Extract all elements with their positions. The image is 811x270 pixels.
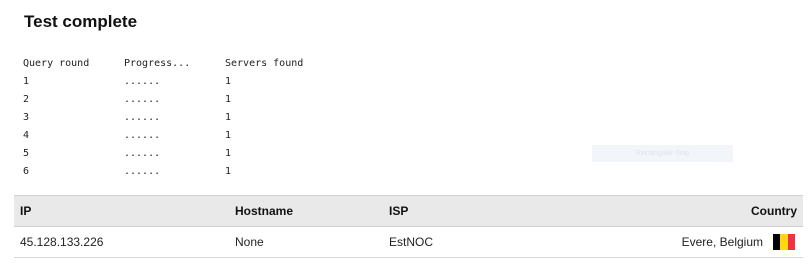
hostname-column-header: Hostname (229, 195, 383, 227)
query-round-number: 1 (23, 76, 30, 87)
query-round-servers: 1 (225, 76, 232, 87)
query-round-number: 5 (23, 148, 30, 159)
query-round-progress: ...... (124, 148, 161, 159)
ip-column-header: IP (14, 195, 229, 227)
query-round-row: 2 ...... 1 (23, 93, 343, 111)
rectangular-snip-overlay: Rectangular Snip (592, 145, 733, 162)
table-row: 45.128.133.226 None EstNOC Evere, Belgiu… (14, 226, 803, 258)
query-round-progress: ...... (124, 166, 161, 177)
results-table: IP Hostname ISP Country 45.128.133.226 N… (14, 195, 803, 258)
query-round-number: 6 (23, 166, 30, 177)
hostname-cell: None (229, 226, 383, 258)
query-round-progress: ...... (124, 76, 161, 87)
progress-header: Progress... (124, 58, 191, 69)
ip-cell: 45.128.133.226 (14, 226, 229, 258)
flag-stripe-red (787, 234, 795, 250)
query-round-progress: ...... (124, 112, 161, 123)
query-round-servers: 1 (225, 148, 232, 159)
query-round-row: 1 ...... 1 (23, 75, 343, 93)
isp-column-header: ISP (383, 195, 633, 227)
country-column-header: Country (633, 195, 803, 227)
query-round-servers: 1 (225, 94, 232, 105)
query-round-servers: 1 (225, 166, 232, 177)
query-round-progress: ...... (124, 130, 161, 141)
query-round-number: 2 (23, 94, 30, 105)
page-title: Test complete (24, 12, 138, 31)
results-header-row: IP Hostname ISP Country (14, 195, 803, 227)
query-round-header: Query round (23, 58, 90, 69)
isp-cell: EstNOC (383, 226, 633, 258)
country-cell: Evere, Belgium (633, 226, 803, 258)
query-round-row: 6 ...... 1 (23, 165, 343, 183)
flag-stripe-yellow (780, 234, 788, 250)
query-rounds-header: Query round Progress... Servers found (23, 57, 343, 75)
query-round-progress: ...... (124, 94, 161, 105)
country-wrapper: Evere, Belgium (682, 234, 797, 250)
country-label: Evere, Belgium (681, 235, 763, 249)
query-round-servers: 1 (225, 112, 232, 123)
belgium-flag-icon (773, 234, 795, 250)
query-round-servers: 1 (225, 130, 232, 141)
query-round-row: 3 ...... 1 (23, 111, 343, 129)
query-round-number: 3 (23, 112, 30, 123)
query-round-row: 4 ...... 1 (23, 129, 343, 147)
servers-found-header: Servers found (225, 58, 304, 69)
query-round-row: 5 ...... 1 (23, 147, 343, 165)
query-round-number: 4 (23, 130, 30, 141)
flag-stripe-black (773, 234, 781, 250)
query-rounds-table: Query round Progress... Servers found 1 … (23, 57, 343, 183)
